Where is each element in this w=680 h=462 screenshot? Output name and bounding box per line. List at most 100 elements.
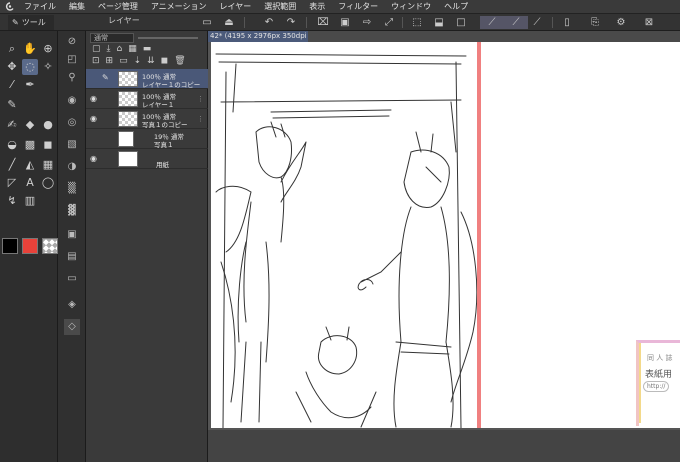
figure-icon[interactable]: ◭	[22, 157, 38, 173]
balloon-icon[interactable]: ◯	[40, 175, 56, 191]
new-folder-icon[interactable]: ▭	[119, 56, 128, 66]
subtool-icon[interactable]: ◰	[64, 52, 80, 68]
save-icon[interactable]: ▭	[200, 16, 214, 29]
share-icon[interactable]: ⎘	[588, 16, 602, 29]
layer-blend-row: 通常	[86, 31, 208, 43]
layer-panel-tab[interactable]: レイヤー	[108, 15, 140, 26]
reference-icon[interactable]: ⌂	[117, 44, 123, 54]
crop-icon[interactable]: ⬓	[432, 16, 446, 29]
delete-layer-icon[interactable]: 🗑	[174, 56, 185, 66]
snap-ruler-icon[interactable]: ⟋	[480, 16, 504, 29]
eyedropper-icon[interactable]: ⁄	[4, 77, 20, 93]
material-icon[interactable]: ▤	[64, 249, 80, 265]
airbrush-icon[interactable]: ◒	[4, 137, 20, 153]
blend-mode-select[interactable]: 通常	[90, 33, 134, 43]
menu-animation[interactable]: アニメーション	[151, 1, 207, 12]
menu-help[interactable]: ヘルプ	[444, 1, 468, 12]
new-vector-icon[interactable]: ⊞	[106, 56, 114, 66]
new-raster-icon[interactable]: ⊡	[92, 56, 100, 66]
gradient-icon[interactable]: ╱	[4, 157, 20, 173]
tool-tab-label: ツール	[21, 18, 46, 27]
clip-icon[interactable]: ⤓	[107, 44, 111, 54]
pencil-icon[interactable]: ✎	[4, 97, 20, 113]
layer-row[interactable]: ◉ 100％ 通常 写真１のコピー ⋮	[86, 109, 208, 129]
lock-icon[interactable]: ▬	[143, 44, 152, 54]
blend-icon[interactable]: ●	[40, 117, 56, 133]
color-history-icon[interactable]: ◑	[64, 159, 80, 175]
scale-icon[interactable]: ⤢	[382, 16, 396, 29]
cover-card[interactable]: 同 人 誌 表紙用 http://	[636, 340, 680, 426]
fill-icon[interactable]: ▣	[338, 16, 352, 29]
zoom-icon[interactable]: ⌕	[4, 41, 20, 57]
menu-filter[interactable]: フィルター	[338, 1, 378, 12]
menu-selection[interactable]: 選択範囲	[264, 1, 296, 12]
fill-tool-icon[interactable]: ◼	[40, 137, 56, 153]
navigator-icon[interactable]: ⊘	[64, 34, 80, 50]
snap-special-ruler-icon[interactable]: ⟋	[504, 16, 528, 29]
text-icon[interactable]: A	[22, 175, 38, 191]
drag-handle-icon[interactable]: ⋮	[197, 95, 204, 103]
color-set-icon[interactable]: ▧	[64, 137, 80, 153]
menu-view[interactable]: 表示	[309, 1, 325, 12]
hand-icon[interactable]: ✋	[22, 41, 38, 57]
layer-row[interactable]: ◉ 100％ 通常 レイヤー１ ⋮	[86, 89, 208, 109]
undo-icon[interactable]: ↶	[262, 16, 276, 29]
operation-icon[interactable]: ⊕	[40, 41, 56, 57]
object-icon[interactable]: ▥	[22, 193, 38, 209]
clear-icon[interactable]: ⌧	[316, 16, 330, 29]
brush-icon[interactable]: ✍	[4, 117, 20, 133]
canvas-paper[interactable]	[211, 42, 680, 429]
eye-icon[interactable]: ◉	[90, 94, 99, 103]
layer-property-icon[interactable]: ◈	[64, 297, 80, 313]
canvas-tab[interactable]: 42* (4195 x 2976px 350dpi 45.0%)	[208, 31, 308, 42]
close-tool-icon[interactable]: ⊠	[642, 16, 656, 29]
layer-panel-icon[interactable]: ◇	[64, 319, 80, 335]
menu-window[interactable]: ウィンドウ	[391, 1, 431, 12]
main-color-swatch[interactable]	[2, 238, 18, 254]
magic-wand-icon[interactable]: ✧	[40, 59, 56, 75]
lock-transparency-icon[interactable]: ▢	[92, 44, 101, 54]
menu-file[interactable]: ファイル	[24, 1, 56, 12]
snap-grid-icon[interactable]: ⟋	[530, 16, 544, 29]
sub-color-swatch[interactable]	[22, 238, 38, 254]
combine-icon[interactable]: ⇊	[147, 56, 155, 66]
redo-icon[interactable]: ↷	[284, 16, 298, 29]
frame-icon[interactable]: ▦	[40, 157, 56, 173]
pen-tool-icon[interactable]: ✒	[22, 77, 38, 93]
intermediate-color-icon[interactable]: ▒	[64, 181, 80, 197]
eye-icon[interactable]: ◉	[90, 154, 99, 163]
color-wheel-icon[interactable]: ◎	[64, 115, 80, 131]
deselect-icon[interactable]: ⬚	[410, 16, 424, 29]
item-bank-icon[interactable]: ▭	[64, 271, 80, 287]
app-logo-icon[interactable]	[4, 1, 16, 13]
correct-line-icon[interactable]: ↯	[4, 193, 20, 209]
transfer-icon[interactable]: ⇣	[134, 56, 142, 66]
settings-icon[interactable]: ⚙	[614, 16, 628, 29]
tool-panel-tab[interactable]: ✎ ツール	[8, 15, 54, 30]
approx-color-icon[interactable]: ▓	[64, 203, 80, 219]
move-icon[interactable]: ✥	[4, 59, 20, 75]
transform-icon[interactable]: ⇨	[360, 16, 374, 29]
sub-view-icon[interactable]: ▣	[64, 227, 80, 243]
menu-edit[interactable]: 編集	[69, 1, 85, 12]
select-icon[interactable]: □	[454, 16, 468, 29]
decoration-icon[interactable]: ▩	[22, 137, 38, 153]
draft-icon[interactable]: ▦	[128, 44, 137, 54]
eye-icon[interactable]: ◉	[90, 114, 99, 123]
layer-row[interactable]: ✎ 100％ 通常 レイヤー１のコピー	[86, 69, 208, 89]
brush-size-icon[interactable]: ◉	[64, 93, 80, 109]
transparent-color-swatch[interactable]	[42, 238, 58, 254]
menu-page[interactable]: ページ管理	[98, 1, 138, 12]
layer-row[interactable]: 19％ 通常 写真１	[86, 129, 208, 149]
eraser-icon[interactable]: ◆	[22, 117, 38, 133]
mask-icon[interactable]: ◼	[161, 56, 168, 66]
lasso-icon[interactable]: ◌	[22, 59, 38, 75]
menu-layer[interactable]: レイヤー	[220, 1, 252, 12]
device-icon[interactable]: ▯	[560, 16, 574, 29]
opacity-slider[interactable]	[138, 37, 198, 39]
layer-row[interactable]: ◉ 用紙	[86, 149, 208, 169]
export-icon[interactable]: ⏏	[222, 16, 236, 29]
tool-property-icon[interactable]: ⚲	[64, 70, 80, 86]
drag-handle-icon[interactable]: ⋮	[197, 115, 204, 123]
ruler-icon[interactable]: ◸	[4, 175, 20, 191]
